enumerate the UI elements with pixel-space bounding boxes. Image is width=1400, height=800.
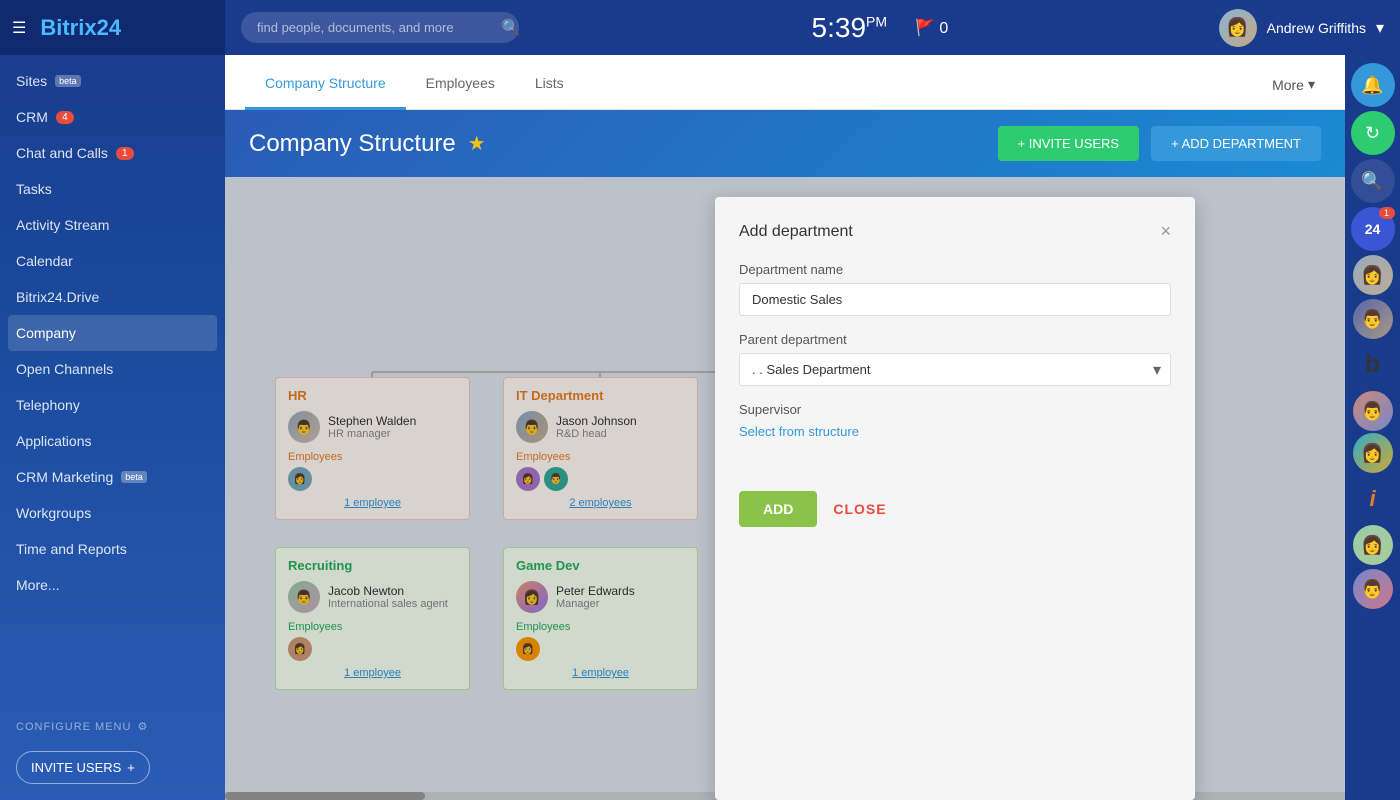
plus-icon: + bbox=[127, 760, 135, 775]
right-sidebar: 🔔 ↻ 🔍 24 1 👩 👨 b 👨 👩 i 👩 👨 📞 bbox=[1345, 55, 1400, 800]
contact-avatar-3[interactable]: 👨 bbox=[1353, 391, 1393, 431]
chevron-down-icon: ▾ bbox=[1308, 76, 1315, 93]
user-area[interactable]: 👩 Andrew Griffiths ▾ bbox=[1219, 9, 1384, 47]
invite-users-button[interactable]: INVITE USERS + bbox=[16, 751, 150, 784]
modal-close-button[interactable]: × bbox=[1160, 221, 1171, 242]
sidebar-nav: Sites beta CRM 4 Chat and Calls 1 Tasks … bbox=[0, 55, 225, 710]
sidebar-item-open-channels[interactable]: Open Channels bbox=[0, 351, 225, 387]
bitrix-badge: 1 bbox=[1379, 207, 1395, 219]
chevron-down-icon: ▾ bbox=[1376, 18, 1384, 38]
modal-header: Add department × bbox=[739, 221, 1171, 242]
tab-lists[interactable]: Lists bbox=[515, 59, 584, 110]
contact-avatar-5[interactable]: 👩 bbox=[1353, 525, 1393, 565]
org-chart-area: NorthWest Co. 👩 Andrew Griffiths Preside… bbox=[225, 177, 1345, 800]
header-actions: + INVITE USERS + ADD DEPARTMENT bbox=[998, 126, 1321, 161]
modal-overlay: Add department × Department name Parent … bbox=[225, 177, 1345, 800]
search-input[interactable] bbox=[241, 12, 519, 43]
sidebar-header: ☰ Bitrix24 bbox=[0, 0, 225, 55]
sidebar: ☰ Bitrix24 Sites beta CRM 4 Chat and Cal… bbox=[0, 0, 225, 800]
gear-icon: ⚙ bbox=[137, 720, 148, 733]
contact-group: 👨 👩 bbox=[1353, 391, 1393, 473]
add-department-btn[interactable]: + ADD DEPARTMENT bbox=[1151, 126, 1321, 161]
contact-avatar-2[interactable]: 👨 bbox=[1353, 299, 1393, 339]
time-display: 5:39PM bbox=[812, 12, 888, 44]
contact-avatar-6[interactable]: 👨 bbox=[1353, 569, 1393, 609]
parent-dept-select-wrapper: . . Sales Department bbox=[739, 353, 1171, 386]
sidebar-item-more[interactable]: More... bbox=[0, 567, 225, 603]
italic-u-icon[interactable]: i bbox=[1351, 477, 1395, 521]
sidebar-item-time-reports[interactable]: Time and Reports bbox=[0, 531, 225, 567]
bitrix24-icon[interactable]: 24 1 bbox=[1351, 207, 1395, 251]
parent-dept-label: Parent department bbox=[739, 332, 1171, 347]
sidebar-item-tasks[interactable]: Tasks bbox=[0, 171, 225, 207]
sidebar-item-crm-marketing[interactable]: CRM Marketing beta bbox=[0, 459, 225, 495]
invite-users-btn[interactable]: + INVITE USERS bbox=[998, 126, 1140, 161]
supervisor-label: Supervisor bbox=[739, 402, 1171, 417]
configure-menu[interactable]: CONFIGURE MENU ⚙ bbox=[0, 710, 225, 743]
sidebar-item-applications[interactable]: Applications bbox=[0, 423, 225, 459]
supervisor-group: Supervisor Select from structure bbox=[739, 402, 1171, 441]
app-logo: Bitrix24 bbox=[40, 15, 121, 41]
tab-employees[interactable]: Employees bbox=[406, 59, 515, 110]
contact-avatar-1[interactable]: 👩 bbox=[1353, 255, 1393, 295]
parent-dept-select[interactable]: . . Sales Department bbox=[739, 353, 1171, 386]
dept-name-input[interactable] bbox=[739, 283, 1171, 316]
add-department-modal: Add department × Department name Parent … bbox=[715, 197, 1195, 800]
add-dept-close-button[interactable]: CLOSE bbox=[833, 501, 886, 517]
sidebar-item-company[interactable]: Company bbox=[8, 315, 217, 351]
sidebar-item-sites[interactable]: Sites beta bbox=[0, 63, 225, 99]
dept-name-label: Department name bbox=[739, 262, 1171, 277]
topbar-header: 🔍 5:39PM 🚩 0 👩 Andrew Griffiths ▾ bbox=[225, 0, 1400, 55]
main-content: Company Structure Employees Lists More ▾… bbox=[225, 55, 1345, 800]
refresh-icon[interactable]: ↻ bbox=[1351, 111, 1395, 155]
favorite-star-icon[interactable]: ★ bbox=[468, 131, 486, 156]
tab-company-structure[interactable]: Company Structure bbox=[245, 59, 406, 110]
sidebar-item-activity[interactable]: Activity Stream bbox=[0, 207, 225, 243]
dept-name-group: Department name bbox=[739, 262, 1171, 316]
sidebar-item-telephony[interactable]: Telephony bbox=[0, 387, 225, 423]
sidebar-item-workgroups[interactable]: Workgroups bbox=[0, 495, 225, 531]
flag-icon: 🚩 0 bbox=[915, 18, 948, 38]
hamburger-icon[interactable]: ☰ bbox=[12, 18, 26, 38]
search-icon[interactable]: 🔍 bbox=[1351, 159, 1395, 203]
page-header: Company Structure ★ + INVITE USERS + ADD… bbox=[225, 110, 1345, 177]
parent-dept-group: Parent department . . Sales Department bbox=[739, 332, 1171, 386]
search-icon[interactable]: 🔍 bbox=[501, 18, 521, 38]
tab-more[interactable]: More ▾ bbox=[1262, 60, 1325, 109]
modal-title: Add department bbox=[739, 223, 853, 241]
tab-bar: Company Structure Employees Lists More ▾ bbox=[225, 55, 1345, 110]
page-title: Company Structure bbox=[249, 130, 456, 158]
sidebar-item-drive[interactable]: Bitrix24.Drive bbox=[0, 279, 225, 315]
sidebar-item-chat[interactable]: Chat and Calls 1 bbox=[0, 135, 225, 171]
contact-avatar-4[interactable]: 👩 bbox=[1353, 433, 1393, 473]
main-area: 🔍 5:39PM 🚩 0 👩 Andrew Griffiths ▾ Compan… bbox=[225, 0, 1400, 800]
notifications-icon[interactable]: 🔔 bbox=[1351, 63, 1395, 107]
modal-footer: ADD CLOSE bbox=[739, 471, 1171, 527]
select-from-structure-link[interactable]: Select from structure bbox=[739, 424, 859, 439]
add-dept-confirm-button[interactable]: ADD bbox=[739, 491, 817, 527]
avatar: 👩 bbox=[1219, 9, 1257, 47]
text-b-icon[interactable]: b bbox=[1351, 343, 1395, 387]
sidebar-item-crm[interactable]: CRM 4 bbox=[0, 99, 225, 135]
sidebar-item-calendar[interactable]: Calendar bbox=[0, 243, 225, 279]
